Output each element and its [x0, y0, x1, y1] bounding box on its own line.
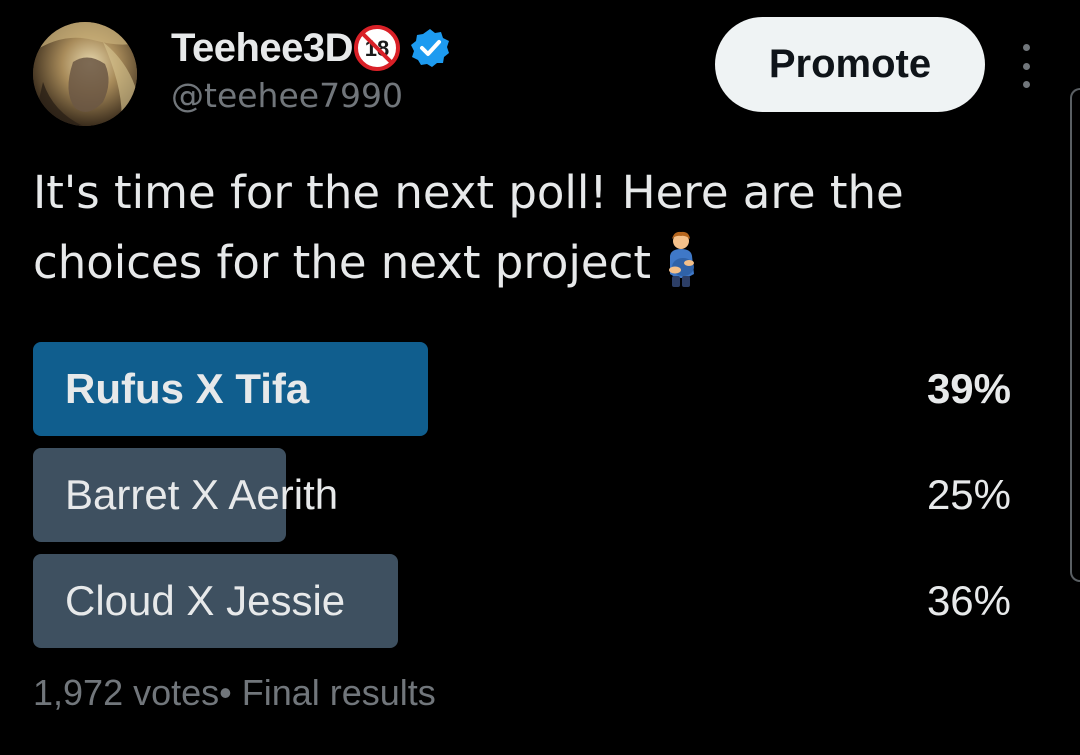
poll-option-percent: 39%: [926, 365, 1011, 412]
user-handle[interactable]: @teehee7990: [171, 76, 403, 115]
poll: Rufus X Tifa 39% Barret X Aerith 25% Clo…: [33, 342, 1013, 660]
tweet-text-content: It's time for the next poll! Here are th…: [33, 166, 904, 289]
poll-option-label: Barret X Aerith: [65, 471, 339, 518]
author-name-row[interactable]: Teehee3D 18: [171, 20, 451, 76]
poll-option: Cloud X Jessie 36%: [33, 554, 1013, 648]
promote-button[interactable]: Promote: [715, 17, 985, 112]
poll-option-percent: 36%: [926, 577, 1011, 624]
poll-option-percent: 25%: [926, 471, 1011, 518]
no-under-18-icon: 18: [353, 24, 401, 72]
poll-option-label: Cloud X Jessie: [65, 577, 346, 624]
poll-option-label: Rufus X Tifa: [65, 365, 310, 412]
poll-footer: 1,972 votes• Final results: [33, 672, 436, 713]
poll-option: Barret X Aerith 25%: [33, 448, 1013, 542]
scrollbar-edge: [1070, 88, 1080, 582]
more-vertical-icon[interactable]: [1012, 44, 1040, 88]
verified-icon[interactable]: [409, 27, 451, 69]
pregnant-man-emoji: [661, 230, 701, 288]
poll-option: Rufus X Tifa 39%: [33, 342, 1013, 436]
tweet-text: It's time for the next poll! Here are th…: [33, 158, 1033, 298]
profile-avatar-image: [33, 22, 137, 126]
display-name[interactable]: Teehee3D: [171, 26, 354, 71]
avatar[interactable]: [33, 22, 137, 126]
